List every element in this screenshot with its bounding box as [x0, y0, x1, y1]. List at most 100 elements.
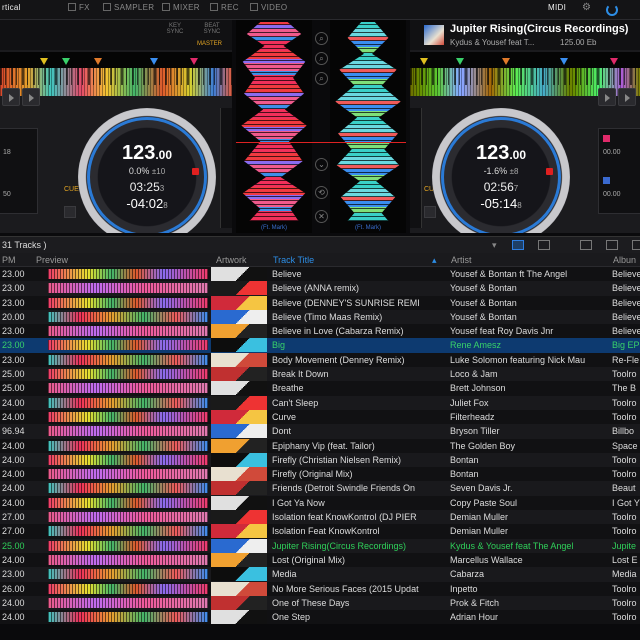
track-row[interactable]: 27.00 Isolation feat KnowKontrol (DJ PIER… — [0, 510, 640, 525]
panel-toggle-icon[interactable] — [632, 240, 640, 250]
column-artist[interactable]: Artist — [451, 255, 472, 265]
track-row[interactable]: 26.00 No More Serious Faces (2015 Updat In… — [0, 581, 640, 596]
deck-1-next-button[interactable] — [22, 88, 40, 106]
master-button[interactable]: MASTER — [197, 41, 222, 47]
track-preview-waveform[interactable] — [48, 497, 208, 508]
track-preview-waveform[interactable] — [48, 597, 208, 608]
track-preview-waveform[interactable] — [48, 326, 208, 337]
track-row[interactable]: 24.00 Can't Sleep Juliet Fox Toolro — [0, 395, 640, 410]
track-preview-waveform[interactable] — [48, 526, 208, 537]
deck-1-jog-wheel[interactable]: 123.00 0.0% ±10 03:253 -04:028 — [78, 108, 216, 233]
track-row[interactable]: 23.00 Body Movement (Denney Remix) Luke So… — [0, 352, 640, 368]
track-row[interactable]: 23.00 Believe in Love (Cabarza Remix) Yous… — [0, 324, 640, 339]
tempo-slider[interactable] — [220, 108, 232, 228]
tempo-slider[interactable] — [410, 108, 422, 228]
track-preview-waveform[interactable] — [48, 440, 208, 451]
artwork-view-icon[interactable] — [580, 240, 592, 250]
track-preview-waveform[interactable] — [48, 469, 208, 480]
hotcue-pad[interactable] — [603, 177, 610, 184]
deck-1-prev-button[interactable] — [2, 88, 20, 106]
list-view-icon[interactable] — [512, 240, 524, 250]
track-preview-waveform[interactable] — [48, 483, 208, 494]
track-title: Epiphany Vip (feat. Tailor) — [272, 440, 375, 451]
waveform-bars — [48, 311, 208, 322]
sort-icon[interactable]: ▾ — [492, 240, 497, 251]
column-album[interactable]: Albun — [613, 255, 636, 265]
hotcue-pad[interactable] — [603, 135, 610, 142]
track-row[interactable]: 24.00 Firefly (Christian Nielsen Remix) Bo… — [0, 452, 640, 468]
play-pause-button[interactable] — [64, 206, 76, 218]
track-preview-waveform[interactable] — [48, 340, 208, 351]
track-preview-waveform[interactable] — [48, 369, 208, 380]
track-row[interactable]: 24.00 Friends (Detroit Swindle Friends On… — [0, 481, 640, 496]
layout-selector[interactable]: rtical — [2, 3, 21, 12]
search-icon[interactable]: ⌕ — [315, 72, 328, 85]
detail-view-icon[interactable] — [538, 240, 550, 250]
track-row[interactable]: 20.00 Believe (Timo Maas Remix) Yousef & B… — [0, 309, 640, 325]
column-artwork[interactable]: Artwork — [216, 255, 247, 265]
zoom-out-icon[interactable]: ⌕ — [315, 52, 328, 65]
track-preview-waveform[interactable] — [48, 583, 208, 594]
track-row[interactable]: 24.00 Firefly (Original Mix) Bontan Toolro — [0, 467, 640, 482]
track-row[interactable]: 24.00 One of These Days Prok & Fitch Toolro — [0, 595, 640, 611]
column-preview[interactable]: Preview — [36, 255, 68, 265]
track-row[interactable]: 24.00 Curve Filterheadz Toolro — [0, 409, 640, 425]
deck-1-zoom-waveform[interactable]: (Ft. Mark) — [236, 20, 312, 233]
track-row[interactable]: 27.00 Isolation Feat KnowKontrol Demian Mu… — [0, 524, 640, 539]
fx-toggle[interactable]: FX — [68, 3, 90, 12]
track-row[interactable]: 25.00 Jupiter Rising(Circus Recordings) Ky… — [0, 538, 640, 553]
track-preview-waveform[interactable] — [48, 411, 208, 422]
track-preview-waveform[interactable] — [48, 354, 208, 365]
track-row[interactable]: 25.00 Breathe Brett Johnson The B — [0, 381, 640, 396]
midi-button[interactable]: MIDI — [548, 3, 566, 12]
deck-2-prev-button[interactable] — [598, 88, 616, 106]
track-row[interactable]: 24.00 Lost (Original Mix) Marcellus Wallac… — [0, 552, 640, 568]
track-row[interactable]: 24.00 I Got Ya Now Copy Paste Soul I Got Y — [0, 495, 640, 511]
track-row[interactable]: 23.00 Believe (DENNEY'S SUNRISE REMI Youse… — [0, 295, 640, 310]
sync-icon[interactable]: ⟲ — [315, 186, 328, 199]
track-row[interactable]: 23.00 Believe Yousef & Bontan ft The Angel… — [0, 267, 640, 282]
deck-2-jog-wheel[interactable]: 123.00 -1.6% ±8 02:567 -05:148 — [432, 108, 570, 233]
rec-toggle[interactable]: REC — [210, 3, 239, 12]
column-track-title[interactable]: Track Title — [273, 255, 314, 265]
track-preview-waveform[interactable] — [48, 283, 208, 294]
waveform-bars — [48, 283, 208, 294]
deck-2-zoom-waveform[interactable]: (Ft. Mark) — [330, 20, 406, 233]
sampler-toggle[interactable]: SAMPLER — [103, 3, 154, 12]
track-preview-waveform[interactable] — [48, 554, 208, 565]
track-preview-waveform[interactable] — [48, 311, 208, 322]
track-row[interactable]: 24.00 One Step Adrian Hour Toolro — [0, 610, 640, 625]
track-preview-waveform[interactable] — [48, 569, 208, 580]
track-row[interactable]: 23.00 Big Rene Amesz Big EP — [0, 338, 640, 353]
power-icon[interactable] — [606, 4, 618, 16]
deck-2-next-button[interactable] — [618, 88, 636, 106]
track-artist: Juliet Fox — [450, 397, 489, 408]
settings-gear-icon[interactable]: ⚙ — [582, 2, 591, 13]
track-preview-waveform[interactable] — [48, 426, 208, 437]
zoom-in-icon[interactable]: ⌕ — [315, 32, 328, 45]
track-artwork — [211, 324, 267, 339]
mixer-toggle[interactable]: MIXER — [162, 3, 200, 12]
video-toggle[interactable]: VIDEO — [250, 3, 287, 12]
cue-button[interactable]: CUE — [64, 186, 79, 193]
track-preview-waveform[interactable] — [48, 512, 208, 523]
track-row[interactable]: 23.00 Believe (ANNA remix) Yousef & Bontan… — [0, 281, 640, 296]
key-sync-button[interactable]: KEY SYNC — [160, 23, 190, 35]
track-row[interactable]: 96.94 Dont Bryson Tiller Billbo — [0, 424, 640, 439]
close-icon[interactable]: ✕ — [315, 210, 328, 223]
track-preview-waveform[interactable] — [48, 540, 208, 551]
track-preview-waveform[interactable] — [48, 383, 208, 394]
beat-sync-button[interactable]: BEAT SYNC — [196, 23, 228, 35]
column-bpm[interactable]: PM — [2, 255, 16, 265]
artwork-image — [211, 581, 267, 596]
track-row[interactable]: 24.00 Epiphany Vip (feat. Tailor) The Gold… — [0, 438, 640, 453]
track-preview-waveform[interactable] — [48, 397, 208, 408]
track-row[interactable]: 25.00 Break It Down Loco & Jam Toolro — [0, 367, 640, 382]
split-view-icon[interactable] — [606, 240, 618, 250]
track-row[interactable]: 23.00 Media Cabarza Media — [0, 567, 640, 582]
track-preview-waveform[interactable] — [48, 269, 208, 279]
track-preview-waveform[interactable] — [48, 612, 208, 623]
track-preview-waveform[interactable] — [48, 297, 208, 308]
chevron-down-icon[interactable]: ⌄ — [315, 158, 328, 171]
track-preview-waveform[interactable] — [48, 454, 208, 465]
